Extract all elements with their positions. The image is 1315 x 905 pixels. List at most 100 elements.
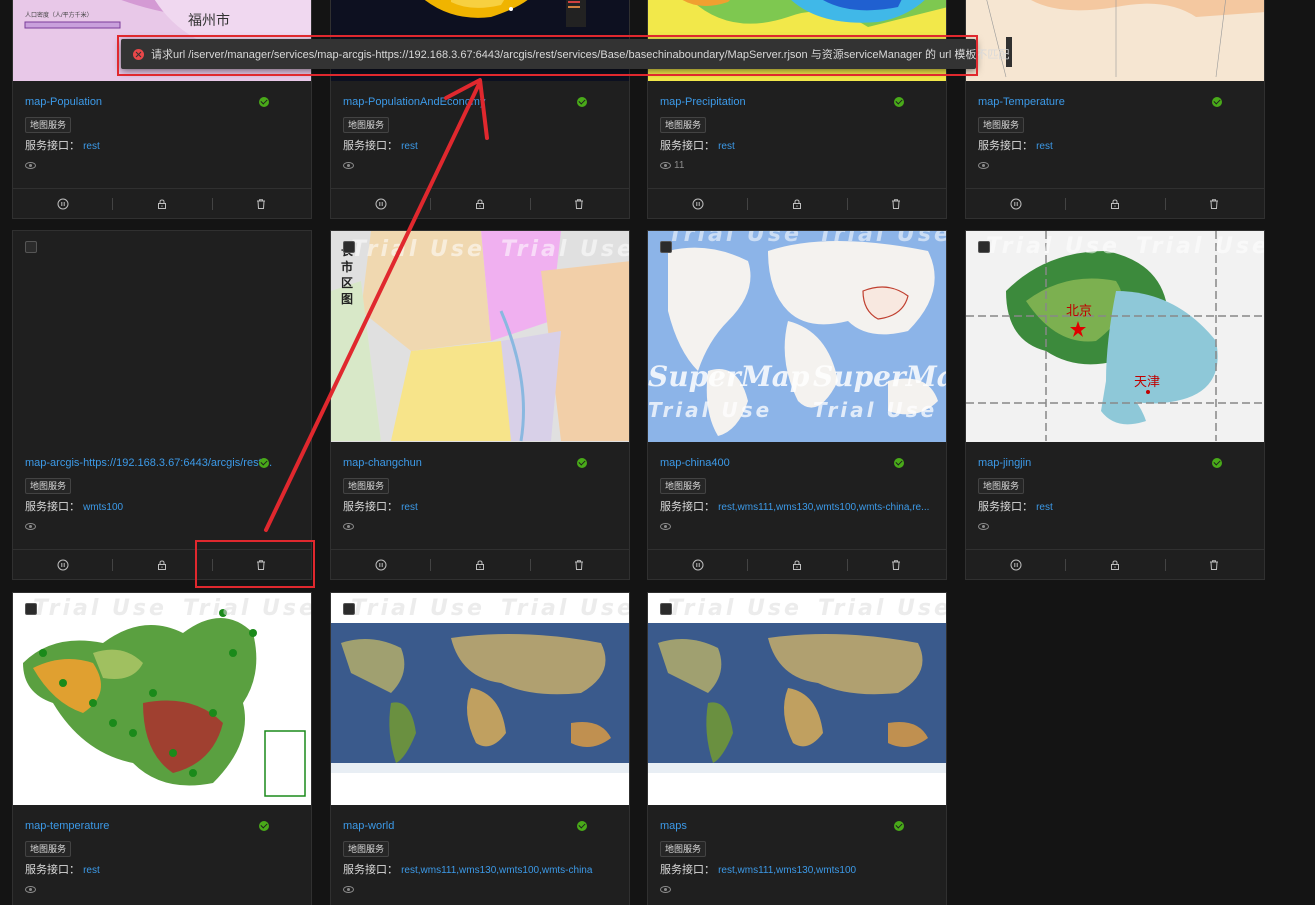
map-thumbnail[interactable]: SuperMap SuperMap Trial Use Trial Use Tr… [648,231,946,442]
eye-icon [343,522,354,530]
svg-text:Trial Use: Trial Use [813,398,937,422]
interface-value[interactable]: rest [718,141,735,152]
interface-value[interactable]: rest,wms111,wms130,wmts100 [718,865,856,876]
permission-button[interactable] [112,550,211,579]
map-thumbnail[interactable]: Trial Use Trial Use [648,593,946,805]
service-title-link[interactable]: map-temperature [25,818,275,834]
stop-service-button[interactable] [966,550,1065,579]
map-thumbnail[interactable]: 北京 天津 Trial Use Trial Use [966,231,1264,442]
permission-button[interactable] [430,550,529,579]
eye-icon [978,522,989,530]
service-interface-row: 服务接口： wmts100 [25,499,299,515]
check-circle-icon [577,458,587,468]
lock-icon [474,559,486,571]
service-card[interactable]: Trial Use Trial Use map-world 地图服务 服务接口： … [330,592,630,905]
delete-service-button[interactable] [529,189,629,218]
service-card[interactable]: Trial Use Trial Use map-temperature 地图服务 … [12,592,312,905]
interface-value[interactable]: rest,wms111,wms130,wmts100,wmts-china [401,865,592,876]
service-title-link[interactable]: map-Precipitation [660,94,910,110]
service-card[interactable]: 北京 天津 Trial Use Trial Use map-jingjin 地图服… [965,230,1265,580]
interface-value[interactable]: wmts100 [83,502,123,513]
select-checkbox[interactable] [660,603,672,615]
lock-icon [791,198,803,210]
service-card[interactable]: map-Temperature 地图服务 服务接口： rest [965,0,1265,219]
service-type-tag: 地图服务 [343,478,390,494]
select-checkbox[interactable] [978,241,990,253]
delete-service-button[interactable] [529,550,629,579]
service-type-tag: 地图服务 [343,117,390,133]
card-actions [331,549,629,579]
permission-button[interactable] [430,189,529,218]
eye-icon [25,885,36,893]
permission-button[interactable] [1065,550,1164,579]
stop-service-button[interactable] [13,189,112,218]
service-title-link[interactable]: map-Population [25,94,275,110]
service-interface-row: 服务接口： rest,wms111,wms130,wmts100,wmts-ch… [343,862,617,878]
select-checkbox[interactable] [25,241,37,253]
svg-text:Trial Use: Trial Use [351,596,485,621]
interface-value[interactable]: rest [83,865,100,876]
service-type-tag: 地图服务 [660,841,707,857]
stop-service-button[interactable] [648,550,747,579]
service-card[interactable]: 人口密度（人/平方千米） 福州市 map-Population 地图服务 服务接… [12,0,312,219]
delete-icon [573,559,585,571]
svg-text:Trial Use: Trial Use [668,231,802,247]
interface-value[interactable]: rest,wms111,wms130,wmts100,wmts-china,re… [718,502,929,513]
permission-button[interactable] [1065,189,1164,218]
interface-value[interactable]: rest [401,502,418,513]
service-card[interactable]: 长 市 区 图 Trial UseTrial Use map-changchun… [330,230,630,580]
stop-service-button[interactable] [648,189,747,218]
select-checkbox[interactable] [660,241,672,253]
views-row [978,520,1252,534]
check-circle-icon [259,458,269,468]
map-thumbnail[interactable]: 长 市 区 图 Trial UseTrial Use [331,231,629,442]
interface-value[interactable]: rest [401,141,418,152]
permission-button[interactable] [112,189,211,218]
delete-service-button[interactable] [1164,550,1264,579]
select-checkbox[interactable] [343,241,355,253]
stop-service-button[interactable] [966,189,1065,218]
map-thumbnail[interactable]: Trial Use Trial Use [13,593,311,805]
permission-button[interactable] [747,550,846,579]
service-title-link[interactable]: map-PopulationAndEconomy [343,94,593,110]
stop-service-button[interactable] [13,550,112,579]
service-card[interactable]: SuperMap SuperMap Trial Use Trial Use Tr… [647,230,947,580]
service-title-link[interactable]: map-Temperature [978,94,1228,110]
service-title-link[interactable]: map-arcgis-https://192.168.3.67:6443/arc… [25,455,275,471]
delete-service-button[interactable] [211,550,311,579]
delete-service-button[interactable] [1164,189,1264,218]
svg-text:福州市: 福州市 [188,12,230,28]
svg-text:Trial Use: Trial Use [818,231,946,247]
interface-value[interactable]: rest [83,141,100,152]
service-card[interactable]: map-Precipitation 地图服务 服务接口： rest 11 [647,0,947,219]
service-title-link[interactable]: map-jingjin [978,455,1228,471]
select-checkbox[interactable] [343,603,355,615]
map-thumbnail[interactable] [966,0,1264,81]
stop-service-button[interactable] [331,189,430,218]
interface-value[interactable]: rest [1036,141,1053,152]
service-title-link[interactable]: map-china400 [660,455,910,471]
view-count: 11 [674,160,685,171]
map-thumbnail[interactable] [13,231,311,442]
delete-service-button[interactable] [211,189,311,218]
delete-service-button[interactable] [846,550,946,579]
service-type-tag: 地图服务 [343,841,390,857]
views-row: 11 [660,159,934,173]
service-type-tag: 地图服务 [660,117,707,133]
select-checkbox[interactable] [25,603,37,615]
service-card[interactable]: map-PopulationAndEconomy 地图服务 服务接口： rest [330,0,630,219]
service-interface-row: 服务接口： rest,wms111,wms130,wmts100,wmts-ch… [660,499,934,515]
service-card[interactable]: map-arcgis-https://192.168.3.67:6443/arc… [12,230,312,580]
pause-icon [692,559,704,571]
interface-value[interactable]: rest [1036,502,1053,513]
service-type-tag: 地图服务 [978,478,1025,494]
service-card[interactable]: Trial Use Trial Use maps 地图服务 服务接口： rest,… [647,592,947,905]
delete-service-button[interactable] [846,189,946,218]
service-title-link[interactable]: maps [660,818,910,834]
permission-button[interactable] [747,189,846,218]
stop-service-button[interactable] [331,550,430,579]
service-title-link[interactable]: map-world [343,818,593,834]
interface-label: 服务接口： [343,140,398,152]
map-thumbnail[interactable]: Trial Use Trial Use [331,593,629,805]
service-title-link[interactable]: map-changchun [343,455,593,471]
